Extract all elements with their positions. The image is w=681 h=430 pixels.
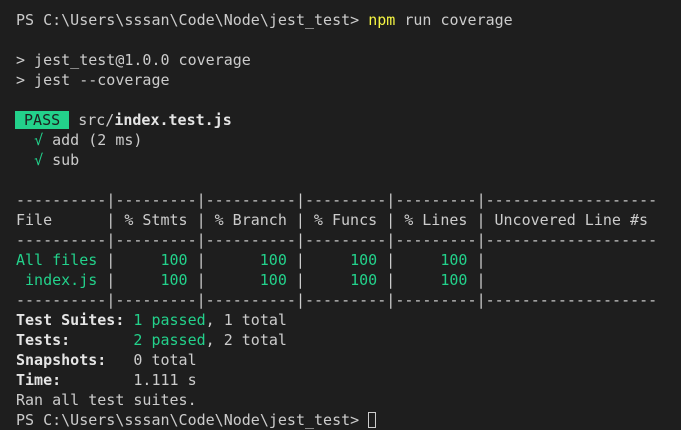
script-line: > jest_test@1.0.0 coverage [16, 51, 251, 69]
divider-seg: ---------- [16, 191, 107, 209]
test-name: sub [52, 151, 80, 169]
test-case: √ add (2 ms) [16, 130, 657, 150]
check-icon: √ [34, 151, 44, 169]
table-divider: ----------|---------|----------|--------… [16, 291, 658, 309]
divider-seg: ------------------- [485, 231, 658, 249]
summary-suites: Test Suites: 1 passed, 1 total [16, 310, 657, 330]
divider-seg: ---------- [16, 231, 107, 249]
divider-seg: --------- [115, 191, 197, 209]
prompt-line[interactable]: PS C:\Users\sssan\Code\Node\jest_test> [16, 410, 657, 430]
row-file: All files [16, 251, 98, 269]
test-result-line: PASS src/index.test.js [15, 110, 657, 130]
table-header: File |% Stmts |% Branch |% Funcs |% Lines | Un… [16, 210, 657, 230]
summary-value: 0 total [133, 351, 197, 369]
divider-seg: --------- [115, 291, 197, 309]
divider-seg: ------------------- [485, 291, 658, 309]
test-name: add (2 ms) [52, 131, 143, 149]
prompt-path: PS C:\Users\sssan\Code\Node\jest_test> [16, 411, 369, 429]
header-funcs: % Funcs [313, 211, 378, 229]
summary-passed: 1 passed [133, 311, 206, 329]
command-name: npm [368, 11, 396, 29]
summary-time: Time: 1.111 s [16, 370, 657, 390]
summary-passed: 2 passed [133, 331, 206, 349]
divider-seg: --------- [305, 231, 387, 249]
header-stmts: % Stmts [124, 211, 188, 229]
header-file: File [16, 211, 53, 229]
row-branch: 100 [259, 251, 287, 269]
row-branch: 100 [259, 271, 287, 289]
table-divider: ----------|---------|----------|--------… [16, 191, 658, 209]
prompt-line: PS C:\Users\sssan\Code\Node\jest_test> n… [16, 10, 657, 30]
summary-tests: Tests: 2 passed, 2 total [16, 330, 657, 350]
summary-total: , 2 total [205, 331, 287, 349]
table-row: index.js | 100 | 100 | 100 | 100 | [16, 270, 657, 290]
divider-seg: ---------- [205, 291, 296, 309]
terminal-output[interactable]: PS C:\Users\sssan\Code\Node\jest_test> n… [15, 10, 658, 430]
summary-total: , 1 total [205, 311, 287, 329]
summary-label: Test Suites: [16, 311, 125, 329]
test-file: index.test.js [114, 111, 232, 129]
row-file: index.js [25, 271, 98, 289]
header-lines: % Lines [404, 211, 468, 229]
row-lines: 100 [440, 251, 468, 269]
test-dir: src/ [69, 111, 115, 129]
script-line: > jest --coverage [16, 71, 170, 89]
summary-value: 1.111 s [133, 371, 197, 389]
header-uncovered: Uncovered Line #s [494, 211, 649, 229]
divider-seg: --------- [305, 191, 387, 209]
row-stmts: 100 [160, 271, 188, 289]
row-funcs: 100 [350, 271, 378, 289]
divider-seg: --------- [395, 291, 477, 309]
cursor [368, 412, 377, 428]
row-lines: 100 [440, 271, 468, 289]
summary-label: Snapshots: [16, 351, 107, 369]
check-icon: √ [34, 131, 44, 149]
summary-label: Time: [16, 371, 62, 389]
header-branch: % Branch [214, 211, 287, 229]
summary-ran: Ran all test suites. [16, 391, 197, 409]
divider-seg: ---------- [205, 191, 296, 209]
pass-badge: PASS [15, 111, 70, 129]
divider-seg: --------- [115, 231, 197, 249]
prompt-path: PS C:\Users\sssan\Code\Node\jest_test> [16, 11, 369, 29]
table-divider: ----------|---------|----------|--------… [16, 231, 658, 249]
divider-seg: ---------- [16, 291, 107, 309]
divider-seg: --------- [395, 231, 477, 249]
test-case: √ sub [16, 150, 657, 170]
divider-seg: ------------------- [485, 191, 658, 209]
divider-seg: --------- [305, 291, 387, 309]
divider-seg: --------- [395, 191, 477, 209]
summary-snapshots: Snapshots: 0 total [16, 350, 657, 370]
divider-seg: ---------- [205, 231, 296, 249]
summary-label: Tests: [16, 331, 71, 349]
table-row: All files | 100 | 100 | 100 | 100 | [16, 251, 486, 269]
row-stmts: 100 [160, 251, 188, 269]
command-args: run coverage [395, 11, 513, 29]
row-funcs: 100 [350, 251, 378, 269]
